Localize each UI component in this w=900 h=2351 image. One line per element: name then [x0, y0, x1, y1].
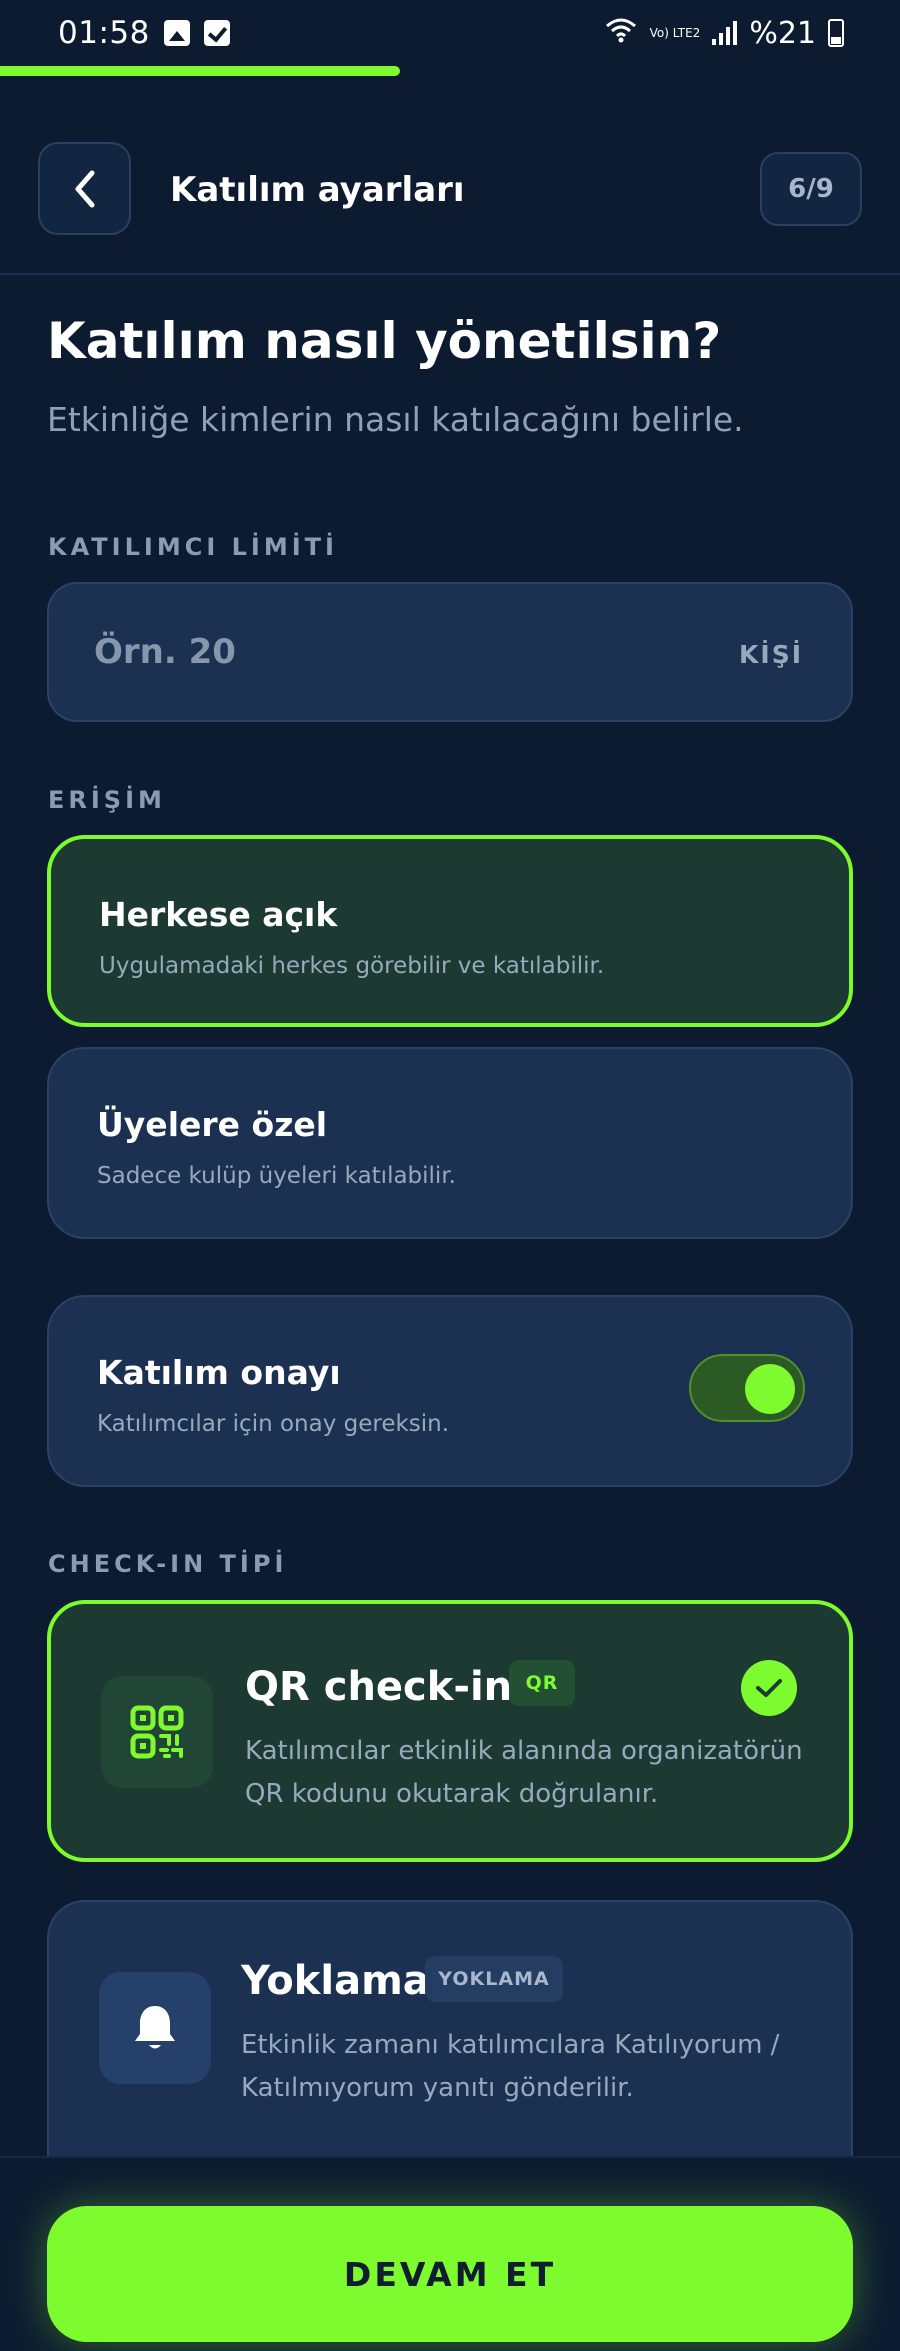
checkin-option-yoklama[interactable]: Yoklama YOKLAMA Etkinlik zamanı katılımc… — [47, 1900, 853, 2156]
approval-card: Katılım onayı Katılımcılar için onay ger… — [47, 1295, 853, 1487]
section-label-checkin: CHECK-IN TİPİ — [48, 1550, 288, 1578]
section-label-limit: KATILIMCI LİMİTİ — [48, 533, 338, 561]
access-option-desc: Sadece kulüp üyeleri katılabilir. — [97, 1163, 456, 1189]
access-option-members[interactable]: Üyelere özel Sadece kulüp üyeleri katıla… — [47, 1047, 853, 1239]
checkin-tag-badge: YOKLAMA — [425, 1956, 563, 2002]
bell-icon — [99, 1972, 211, 2084]
approval-desc: Katılımcılar için onay gereksin. — [97, 1411, 450, 1437]
approval-title: Katılım onayı — [97, 1353, 341, 1392]
page-subtitle: Etkinliğe kimlerin nasıl katılacağını be… — [47, 400, 744, 439]
access-option-title: Herkese açık — [99, 895, 338, 934]
checkin-option-title: QR check-in — [245, 1664, 513, 1710]
checkin-option-title: Yoklama — [241, 1958, 430, 2004]
task-notification-icon — [203, 20, 230, 46]
app-bar: Katılım ayarları 6/9 — [0, 140, 900, 236]
approval-toggle[interactable] — [689, 1354, 805, 1422]
participant-limit-placeholder: Örn. 20 — [94, 632, 236, 672]
battery-percent: %21 — [749, 15, 816, 51]
step-progress-fill — [0, 66, 400, 76]
section-label-access: ERİŞİM — [48, 786, 166, 814]
checkin-tag-badge: QR — [509, 1660, 575, 1706]
chevron-left-icon — [75, 170, 94, 207]
step-progress-bar — [0, 66, 900, 76]
checkin-option-qr[interactable]: QR check-in QR Katılımcılar etkinlik ala… — [47, 1600, 853, 1862]
access-option-title: Üyelere özel — [97, 1105, 328, 1144]
header-divider — [0, 273, 900, 275]
checkin-option-desc: Katılımcılar etkinlik alanında organizat… — [245, 1736, 803, 1809]
participant-limit-unit: KİŞİ — [739, 640, 803, 669]
gallery-notification-icon — [163, 20, 190, 46]
checkin-option-desc: Etkinlik zamanı katılımcılara Katılıyoru… — [241, 2030, 780, 2103]
continue-button[interactable]: DEVAM ET — [47, 2206, 853, 2342]
participant-limit-input[interactable]: Örn. 20 KİŞİ — [47, 582, 853, 722]
access-option-public[interactable]: Herkese açık Uygulamadaki herkes görebil… — [47, 835, 853, 1027]
selected-check-icon — [741, 1660, 797, 1716]
status-time: 01:58 — [58, 15, 150, 51]
status-bar: 01:58 Vo) LTE2 %21 — [0, 0, 900, 66]
toggle-knob — [745, 1364, 795, 1414]
step-indicator: 6/9 — [760, 152, 862, 226]
back-button[interactable] — [38, 142, 131, 235]
qr-code-icon — [101, 1676, 213, 1788]
access-option-desc: Uygulamadaki herkes görebilir ve katılab… — [99, 953, 605, 979]
page-title: Katılım nasıl yönetilsin? — [47, 312, 722, 370]
page-header-title: Katılım ayarları — [170, 170, 465, 210]
network-type-label: Vo) LTE2 — [649, 26, 701, 40]
battery-icon — [828, 19, 844, 47]
signal-icon — [712, 21, 738, 45]
wifi-icon — [604, 16, 638, 51]
